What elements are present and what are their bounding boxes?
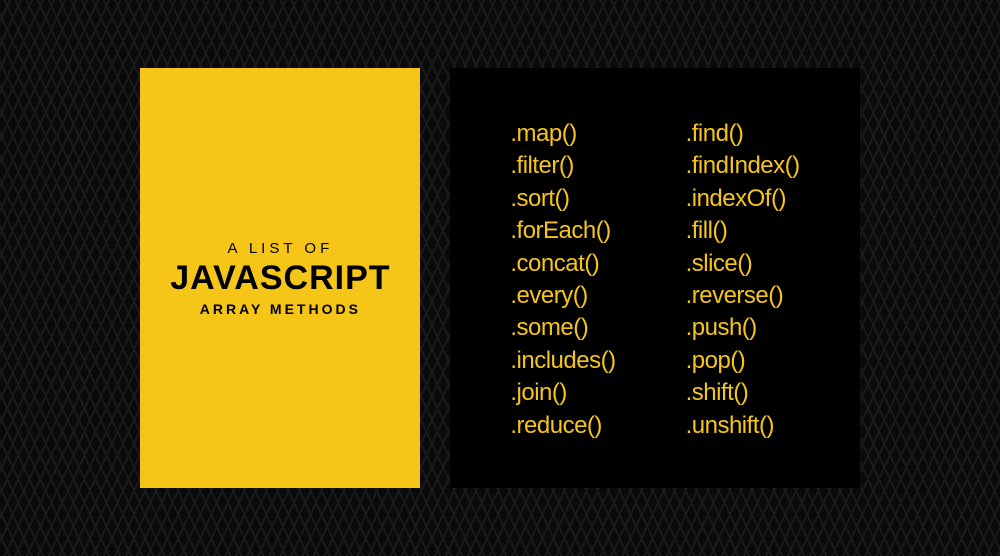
method-item: .map() — [510, 118, 615, 150]
method-item: .unshift() — [686, 410, 800, 442]
method-item: .join() — [510, 377, 615, 409]
method-item: .every() — [510, 280, 615, 312]
method-item: .indexOf() — [686, 183, 800, 215]
methods-panel: .map() .filter() .sort() .forEach() .con… — [450, 68, 859, 488]
method-item: .fill() — [686, 215, 800, 247]
method-item: .pop() — [686, 345, 800, 377]
method-item: .shift() — [686, 377, 800, 409]
main-container: A LIST OF JAVASCRIPT ARRAY METHODS .map(… — [140, 68, 859, 488]
method-item: .reduce() — [510, 410, 615, 442]
method-item: .reverse() — [686, 280, 800, 312]
method-item: .forEach() — [510, 215, 615, 247]
method-item: .includes() — [510, 345, 615, 377]
method-item: .filter() — [510, 150, 615, 182]
method-item: .push() — [686, 312, 800, 344]
title-panel: A LIST OF JAVASCRIPT ARRAY METHODS — [140, 68, 420, 488]
subtitle-text: A LIST OF — [227, 240, 333, 257]
method-item: .some() — [510, 312, 615, 344]
method-item: .findIndex() — [686, 150, 800, 182]
method-item: .find() — [686, 118, 800, 150]
method-item: .sort() — [510, 183, 615, 215]
footer-text: ARRAY METHODS — [200, 301, 361, 317]
method-item: .slice() — [686, 248, 800, 280]
title-text: JAVASCRIPT — [170, 261, 390, 295]
method-column-1: .map() .filter() .sort() .forEach() .con… — [510, 118, 615, 438]
method-item: .concat() — [510, 248, 615, 280]
method-column-2: .find() .findIndex() .indexOf() .fill() … — [686, 118, 800, 438]
